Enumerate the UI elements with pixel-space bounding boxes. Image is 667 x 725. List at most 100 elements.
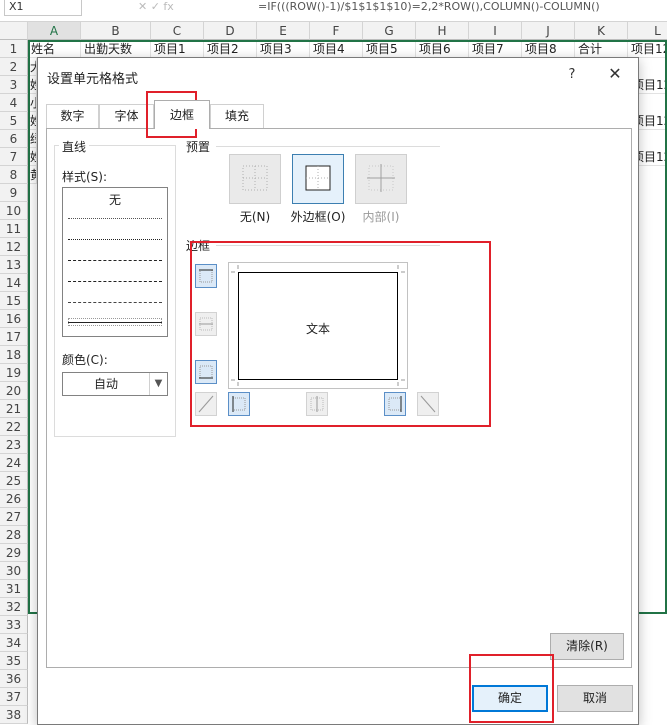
line-style-hair[interactable]	[68, 218, 162, 219]
row-header[interactable]: 17	[0, 328, 28, 346]
header-cell[interactable]: 项目3	[257, 40, 310, 58]
border-diagonal-up-button[interactable]	[195, 392, 217, 416]
row-header[interactable]: 36	[0, 670, 28, 688]
row-header[interactable]: 22	[0, 418, 28, 436]
border-bottom-button[interactable]	[195, 360, 217, 384]
line-style-thin[interactable]	[68, 322, 162, 323]
header-cell[interactable]: 项目12	[628, 40, 667, 58]
row-header[interactable]: 33	[0, 616, 28, 634]
line-style-dashed[interactable]	[68, 302, 162, 303]
select-all-corner[interactable]	[0, 22, 28, 40]
ok-button[interactable]: 确定	[472, 685, 548, 712]
row-header[interactable]: 37	[0, 688, 28, 706]
header-cell[interactable]: 项目5	[363, 40, 416, 58]
row-header[interactable]: 11	[0, 220, 28, 238]
header-cell[interactable]: 出勤天数	[81, 40, 151, 58]
row-header[interactable]: 34	[0, 634, 28, 652]
row-header[interactable]: 35	[0, 652, 28, 670]
name-cell[interactable]: 姓	[28, 148, 37, 166]
tab-fill[interactable]: 填充	[210, 104, 264, 128]
tab-font[interactable]: 字体	[99, 104, 154, 128]
clear-button[interactable]: 清除(R)	[550, 633, 624, 660]
preset-none-button[interactable]	[229, 154, 281, 204]
row-header[interactable]: 13	[0, 256, 28, 274]
row-header[interactable]: 21	[0, 400, 28, 418]
preset-outline-button[interactable]	[292, 154, 344, 204]
line-style-none[interactable]: 无	[63, 191, 167, 208]
line-style-list[interactable]: 无	[62, 187, 168, 337]
border-top-button[interactable]	[195, 264, 217, 288]
column-header-e[interactable]: E	[257, 22, 310, 40]
column-header-d[interactable]: D	[204, 22, 257, 40]
help-button[interactable]: ?	[562, 65, 582, 85]
close-button[interactable]: ✕	[602, 63, 628, 85]
name-cell[interactable]: 黄	[28, 166, 37, 184]
header-cell[interactable]: 项目1	[151, 40, 204, 58]
row-header[interactable]: 26	[0, 490, 28, 508]
row-header[interactable]: 25	[0, 472, 28, 490]
row-header[interactable]: 14	[0, 274, 28, 292]
row-header[interactable]: 8	[0, 166, 28, 184]
border-inside-horizontal-button[interactable]	[195, 312, 217, 336]
row-header[interactable]: 20	[0, 382, 28, 400]
row-header[interactable]: 10	[0, 202, 28, 220]
chevron-down-icon[interactable]: ▼	[149, 373, 167, 395]
row-header[interactable]: 12	[0, 238, 28, 256]
row-header[interactable]: 1	[0, 40, 28, 58]
row-header[interactable]: 27	[0, 508, 28, 526]
header-cell[interactable]: 合计	[575, 40, 628, 58]
name-cell[interactable]: 姓	[28, 112, 37, 130]
column-header-l[interactable]: L	[628, 22, 667, 40]
name-box[interactable]: X1	[4, 0, 82, 16]
column-header-f[interactable]: F	[310, 22, 363, 40]
header-cell[interactable]: 项目8	[522, 40, 575, 58]
border-left-button[interactable]	[228, 392, 250, 416]
line-style-dash-dot[interactable]	[68, 281, 162, 282]
column-header-g[interactable]: G	[363, 22, 416, 40]
name-cell[interactable]: 大	[28, 58, 37, 76]
row-header[interactable]: 23	[0, 436, 28, 454]
tab-border[interactable]: 边框	[154, 100, 210, 129]
row-header[interactable]: 24	[0, 454, 28, 472]
column-header-h[interactable]: H	[416, 22, 469, 40]
line-style-dotted[interactable]	[68, 239, 162, 240]
line-style-dash-dot-dot[interactable]	[68, 260, 162, 261]
header-cell[interactable]: 项目4	[310, 40, 363, 58]
color-dropdown[interactable]: 自动 ▼	[62, 372, 168, 396]
row-header[interactable]: 7	[0, 148, 28, 166]
row-header[interactable]: 5	[0, 112, 28, 130]
row-header[interactable]: 2	[0, 58, 28, 76]
column-header-i[interactable]: I	[469, 22, 522, 40]
border-diagonal-down-button[interactable]	[417, 392, 439, 416]
column-header-j[interactable]: J	[522, 22, 575, 40]
row-header[interactable]: 29	[0, 544, 28, 562]
header-cell[interactable]: 姓名	[28, 40, 81, 58]
row-header[interactable]: 3	[0, 76, 28, 94]
row-header[interactable]: 28	[0, 526, 28, 544]
row-header[interactable]: 9	[0, 184, 28, 202]
row-header[interactable]: 19	[0, 364, 28, 382]
border-preview[interactable]: 文本	[228, 262, 408, 389]
row-header[interactable]: 6	[0, 130, 28, 148]
row-header[interactable]: 30	[0, 562, 28, 580]
row-header[interactable]: 31	[0, 580, 28, 598]
border-right-button[interactable]	[384, 392, 406, 416]
cancel-button[interactable]: 取消	[557, 685, 633, 712]
row-header[interactable]: 16	[0, 310, 28, 328]
row-header[interactable]: 18	[0, 346, 28, 364]
column-header-a[interactable]: A	[28, 22, 81, 40]
header-cell[interactable]: 项目2	[204, 40, 257, 58]
name-cell[interactable]: 小	[28, 94, 37, 112]
header-cell[interactable]: 项目6	[416, 40, 469, 58]
row-header[interactable]: 38	[0, 706, 28, 724]
tab-number[interactable]: 数字	[46, 104, 99, 128]
preset-inside-button[interactable]	[355, 154, 407, 204]
column-header-b[interactable]: B	[81, 22, 151, 40]
row-header[interactable]: 15	[0, 292, 28, 310]
row-header[interactable]: 32	[0, 598, 28, 616]
formula-input[interactable]: =IF(((ROW()-1)/$1$1$1$10)=2,2*ROW(),COLU…	[258, 0, 667, 16]
name-cell[interactable]: 绿	[28, 130, 37, 148]
name-cell[interactable]: 姓	[28, 76, 37, 94]
header-cell[interactable]: 项目7	[469, 40, 522, 58]
row-header[interactable]: 4	[0, 94, 28, 112]
